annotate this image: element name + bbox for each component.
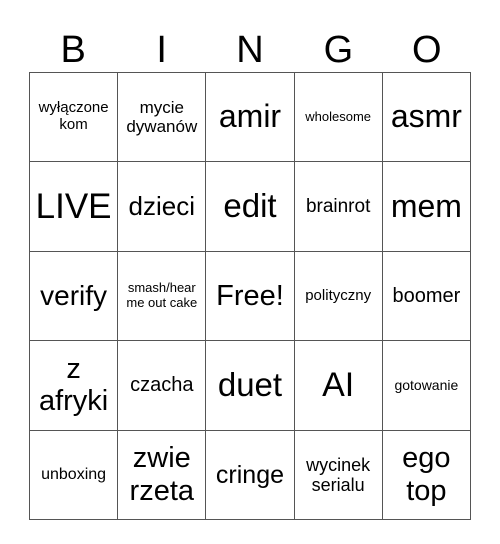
bingo-cell[interactable]: mem [381, 161, 472, 252]
bingo-row: LIVE dzieci edit brainrot mem [28, 161, 472, 252]
header-letter-n: N [236, 29, 264, 71]
bingo-cell[interactable]: cringe [205, 429, 295, 520]
header-letter-g: G [323, 29, 354, 71]
bingo-cell[interactable]: brainrot [293, 161, 383, 252]
bingo-cell[interactable]: smash/hear me out cake [117, 250, 207, 342]
bingo-cell[interactable]: verify [28, 250, 119, 342]
bingo-cell[interactable]: zwie rzeta [117, 429, 207, 520]
bingo-cell[interactable]: asmr [381, 71, 472, 163]
header-letter-o: O [412, 29, 442, 71]
bingo-cell[interactable]: duet [205, 340, 295, 431]
bingo-cell[interactable]: wyłączone kom [28, 71, 119, 163]
bingo-cell[interactable]: LIVE [28, 161, 119, 252]
bingo-row: verify smash/hear me out cake Free! polityc… [28, 250, 472, 342]
bingo-cell[interactable]: amir [205, 71, 295, 163]
bingo-cell[interactable]: AI [293, 340, 383, 431]
bingo-header: B I N G O [29, 28, 471, 72]
bingo-cell[interactable]: dzieci [117, 161, 207, 252]
bingo-cell[interactable]: polityczny [293, 250, 383, 342]
bingo-cell[interactable]: z afryki [28, 340, 119, 431]
header-letter-b: B [60, 29, 86, 71]
bingo-cell[interactable]: gotowanie [381, 340, 472, 431]
bingo-cell[interactable]: wholesome [293, 71, 383, 163]
bingo-cell[interactable]: ego top [381, 429, 472, 520]
bingo-cell[interactable]: wycinek serialu [293, 429, 383, 520]
bingo-cell[interactable]: unboxing [28, 429, 119, 520]
bingo-cell[interactable]: boomer [381, 250, 472, 342]
bingo-cell[interactable]: Free! [205, 250, 295, 342]
bingo-row: z afryki czacha duet AI gotowanie [28, 340, 472, 431]
bingo-cell[interactable]: czacha [117, 340, 207, 431]
bingo-cell[interactable]: edit [205, 161, 295, 252]
bingo-row: wyłączone kom mycie dywanów amir wholesome a… [28, 71, 472, 163]
bingo-cell[interactable]: mycie dywanów [117, 71, 207, 163]
header-letter-i: I [156, 29, 167, 71]
bingo-row: unboxing zwie rzeta cringe wycinek serialu e… [28, 429, 472, 520]
bingo-grid: wyłączone kom mycie dywanów amir wholesome a… [28, 71, 472, 520]
